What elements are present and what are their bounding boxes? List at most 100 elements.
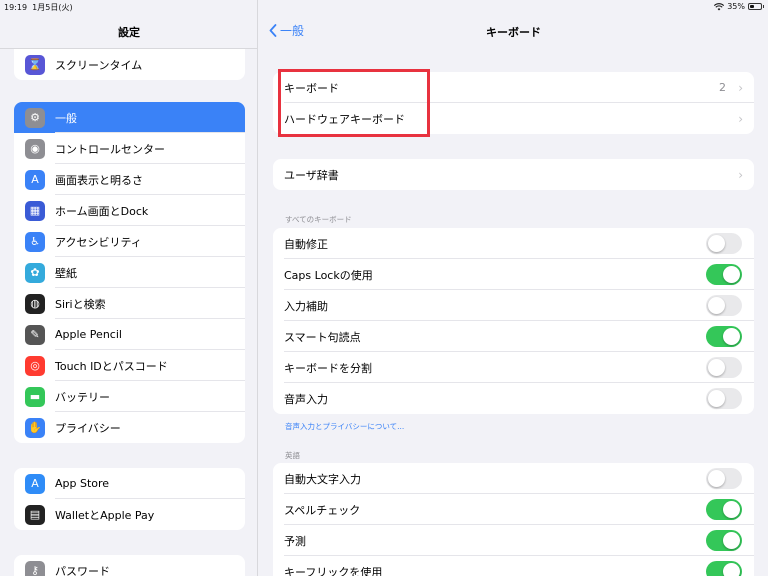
sidebar-item-label: 壁紙 [55, 266, 77, 280]
settings-row: キーボードを分割 [273, 352, 754, 383]
row-label: ハードウェアキーボード [284, 112, 405, 126]
toggle-switch[interactable] [706, 233, 742, 254]
settings-row: 自動修正 [273, 228, 754, 259]
wifi-icon [714, 2, 725, 10]
sidebar-item[interactable]: ▦ ホーム画面とDock [14, 195, 245, 226]
settings-row[interactable]: ユーザ辞書 › [273, 159, 754, 190]
sidebar-item[interactable]: A App Store [14, 468, 245, 499]
row-label: スマート句読点 [284, 330, 361, 344]
flower-icon: ✿ [25, 262, 45, 283]
sidebar-item[interactable]: ⌛ スクリーンタイム [14, 49, 245, 80]
chevron-right-icon: › [738, 80, 743, 95]
sidebar-item[interactable]: ◎ Touch IDとパスコード [14, 350, 245, 381]
sidebar-item[interactable]: ✿ 壁紙 [14, 257, 245, 288]
toggle-switch[interactable] [706, 561, 742, 576]
battery-percent: 35% [727, 2, 745, 11]
accessibility-icon: ♿ [25, 231, 45, 252]
settings-row[interactable]: ハードウェアキーボード › [273, 103, 754, 134]
sidebar-item[interactable]: ⚙ 一般 [14, 102, 245, 133]
row-label: スペルチェック [284, 503, 361, 517]
settings-row: 音声入力 [273, 383, 754, 414]
settings-row[interactable]: キーボード 2 › [273, 72, 754, 103]
row-label: 入力補助 [284, 299, 328, 313]
sidebar-item[interactable]: A 画面表示と明るさ [14, 164, 245, 195]
grid-icon: ▦ [25, 200, 45, 221]
chevron-right-icon: › [738, 111, 743, 126]
row-label: 予測 [284, 534, 306, 548]
toggle-switch[interactable] [706, 499, 742, 520]
english-group: 自動大文字入力 スペルチェック 予測キーフリックを使用 [273, 463, 754, 576]
keyboard-group: キーボード 2 › ハードウェアキーボード › [273, 72, 754, 134]
toggle-switch[interactable] [706, 295, 742, 316]
gear-icon: ⚙ [25, 107, 45, 128]
row-label: 音声入力 [284, 392, 328, 406]
sidebar-item-label: App Store [55, 477, 110, 490]
pencil-icon: ✎ [25, 324, 45, 345]
sidebar-item[interactable]: ✎ Apple Pencil [14, 319, 245, 350]
settings-row: スペルチェック [273, 494, 754, 525]
main-panel: 一般 キーボード キーボード 2 › ハードウェアキーボード › ユーザ辞書 › すべての… [259, 0, 768, 576]
sidebar: 設定 ⌛ スクリーンタイム ⚙ 一般 ◉ コントロールセンター A 画面表示と明るさ ▦ ホーム画… [0, 0, 258, 576]
hand-icon: ✋ [25, 417, 45, 438]
sidebar-item[interactable]: ♿ アクセシビリティ [14, 226, 245, 257]
sidebar-item[interactable]: ✋ プライバシー [14, 412, 245, 443]
settings-row: 自動大文字入力 [273, 463, 754, 494]
battery-icon [748, 3, 764, 10]
row-label: Caps Lockの使用 [284, 268, 373, 282]
row-label: キーボード [284, 81, 339, 95]
sidebar-item-label: Siriと検索 [55, 297, 106, 311]
sidebar-group: ⚙ 一般 ◉ コントロールセンター A 画面表示と明るさ ▦ ホーム画面とDock ♿ アクセシビ… [14, 102, 245, 443]
toggle-switch[interactable] [706, 388, 742, 409]
hourglass-icon: ⌛ [25, 54, 45, 75]
row-label: 自動大文字入力 [284, 472, 361, 486]
chevron-right-icon: › [738, 167, 743, 182]
switches-icon: ◉ [25, 138, 45, 159]
toggle-switch[interactable] [706, 326, 742, 347]
settings-row: 予測 [273, 525, 754, 556]
status-bar: 19:19 1月5日(火) 35% [0, 0, 768, 14]
row-value: 2 [719, 81, 726, 94]
row-label: キーフリックを使用 [284, 565, 383, 576]
row-label: キーボードを分割 [284, 361, 372, 375]
settings-row: Caps Lockの使用 [273, 259, 754, 290]
sidebar-item[interactable]: ◍ Siriと検索 [14, 288, 245, 319]
sidebar-item-label: WalletとApple Pay [55, 508, 155, 522]
status-time: 19:19 1月5日(火) [4, 3, 73, 12]
toggle-switch[interactable] [706, 264, 742, 285]
dictation-privacy-link[interactable]: 音声入力とプライバシーについて... [285, 421, 404, 432]
sidebar-item-label: Apple Pencil [55, 328, 122, 341]
sidebar-item-label: スクリーンタイム [55, 58, 143, 72]
toggle-switch[interactable] [706, 468, 742, 489]
sidebar-item[interactable]: ⚷ パスワード [14, 555, 245, 576]
sidebar-item-label: バッテリー [55, 390, 110, 404]
wallet-icon: ▤ [25, 504, 45, 525]
text-size-icon: A [25, 169, 45, 190]
settings-row: スマート句読点 [273, 321, 754, 352]
toggle-switch[interactable] [706, 530, 742, 551]
sidebar-title: 設定 [118, 26, 140, 39]
key-icon: ⚷ [25, 560, 45, 576]
sidebar-item-label: パスワード [55, 564, 110, 576]
page-title: キーボード [486, 26, 541, 39]
sidebar-item-label: 画面表示と明るさ [55, 173, 143, 187]
sidebar-item-label: 一般 [55, 111, 77, 125]
settings-row: 入力補助 [273, 290, 754, 321]
sidebar-item-label: ホーム画面とDock [55, 204, 149, 218]
siri-icon: ◍ [25, 293, 45, 314]
section-all-keyboards: すべてのキーボード [285, 215, 352, 224]
section-english: 英語 [285, 451, 300, 460]
appstore-icon: A [25, 473, 45, 494]
user-dictionary-group: ユーザ辞書 › [273, 159, 754, 190]
sidebar-item-label: プライバシー [55, 421, 121, 435]
toggle-switch[interactable] [706, 357, 742, 378]
sidebar-item[interactable]: ◉ コントロールセンター [14, 133, 245, 164]
settings-row: キーフリックを使用 [273, 556, 754, 576]
sidebar-item[interactable]: ▬ バッテリー [14, 381, 245, 412]
sidebar-group: A App Store ▤ WalletとApple Pay [14, 468, 245, 530]
sidebar-item[interactable]: ▤ WalletとApple Pay [14, 499, 245, 530]
sidebar-item-label: Touch IDとパスコード [55, 359, 168, 373]
row-label: 自動修正 [284, 237, 328, 251]
all-keyboards-group: 自動修正 Caps Lockの使用 入力補助スマート句読点 キーボードを分割 音声入力 [273, 228, 754, 414]
sidebar-group: ⌛ スクリーンタイム [14, 49, 245, 80]
sidebar-group: ⚷ パスワード [14, 555, 245, 576]
